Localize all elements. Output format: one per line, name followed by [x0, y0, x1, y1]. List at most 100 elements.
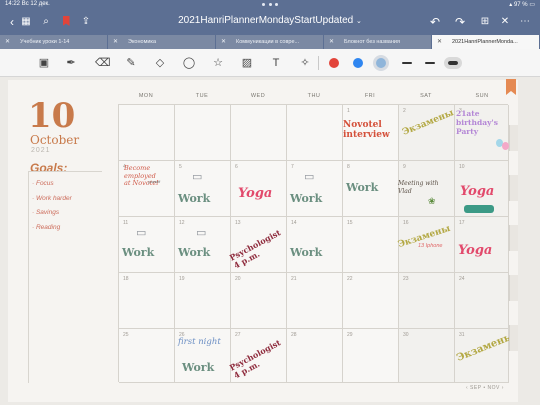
day-cell[interactable]: 5 — [175, 161, 231, 217]
close-document-icon[interactable]: ✕ — [496, 13, 514, 31]
sticker-work[interactable]: Work — [290, 246, 322, 259]
pen-tool-icon[interactable]: ✒ — [64, 56, 78, 70]
tab-close-icon[interactable]: ✕ — [113, 38, 118, 45]
day-number: 16 — [403, 220, 409, 226]
text-tool-icon[interactable]: T — [269, 56, 283, 70]
tab-close-icon[interactable]: ✕ — [329, 38, 334, 45]
day-number: 1 — [347, 108, 350, 114]
note-first-night[interactable]: first night — [178, 338, 224, 347]
day-cell[interactable] — [175, 105, 231, 161]
tab-close-icon[interactable]: ✕ — [221, 38, 226, 45]
month-name: October — [30, 133, 80, 147]
day-cell[interactable]: 23 — [399, 273, 455, 329]
day-number: 28 — [291, 332, 297, 338]
undo-icon[interactable]: ↶ — [426, 13, 444, 31]
note-birthday[interactable]: 21ate birthday's Party — [456, 109, 502, 136]
day-cell[interactable]: 19 — [175, 273, 231, 329]
goals-box — [28, 171, 102, 383]
day-number: 15 — [347, 220, 353, 226]
sticker-yoga[interactable]: Yoga — [238, 186, 272, 201]
tab-close-icon[interactable]: ✕ — [437, 38, 442, 45]
thickness-medium[interactable] — [425, 62, 435, 64]
day-number: 20 — [235, 276, 241, 282]
day-number: 9 — [403, 164, 406, 170]
side-tab[interactable] — [509, 325, 518, 351]
lasso-tool-icon[interactable]: ◯ — [182, 56, 196, 70]
sticker-yoga[interactable]: Yoga — [458, 243, 492, 258]
day-cell[interactable]: 11 — [119, 217, 175, 273]
multitask-dots[interactable] — [262, 3, 278, 6]
day-cell[interactable]: 28 — [287, 329, 343, 383]
day-cell[interactable]: 30 — [399, 329, 455, 383]
more-options-icon[interactable]: ⋯ — [516, 13, 534, 31]
add-page-icon[interactable]: ⊞ — [476, 13, 494, 31]
day-number: 22 — [347, 276, 353, 282]
toolbar-divider — [318, 56, 319, 70]
tab-bloknot[interactable]: ✕ Блокнот без названия — [324, 35, 432, 49]
day-cell[interactable]: 24 — [455, 273, 509, 329]
day-cell[interactable]: 15 — [343, 217, 399, 273]
weekday-header: TUE — [195, 93, 209, 99]
day-cell[interactable]: 22 — [343, 273, 399, 329]
note-novotel-interview[interactable]: Novotel interview — [343, 120, 393, 140]
sticker-work[interactable]: Work — [346, 181, 378, 194]
sticker-work[interactable]: Work — [122, 246, 154, 259]
day-cell[interactable] — [231, 105, 287, 161]
day-cell[interactable]: 14 — [287, 217, 343, 273]
thickness-thin[interactable] — [402, 62, 412, 64]
day-number: 19 — [179, 276, 185, 282]
eraser-tool-icon[interactable]: ⌫ — [95, 56, 111, 70]
yoga-mat-icon — [464, 205, 494, 213]
image-tool-icon[interactable]: ▨ — [240, 56, 254, 70]
side-tab[interactable] — [509, 125, 518, 151]
drawing-toolbar: ▣ ✒ ⌫ ✎ ◇ ◯ ☆ ▨ T ✧ — [0, 49, 540, 77]
tab-ekonomika[interactable]: ✕ Экономика — [108, 35, 216, 49]
day-cell[interactable] — [287, 105, 343, 161]
weekday-header: WED — [250, 93, 266, 99]
sticker-work[interactable]: Work — [182, 361, 214, 374]
tab-bar: ✕ Учебник уроки 1-14 ✕ Экономика ✕ Коммуник… — [0, 35, 540, 49]
tab-planner[interactable]: ✕ 2021HanriPlannerMonda... — [432, 35, 540, 49]
weekday-header: SAT — [420, 93, 432, 99]
color-swatch-red[interactable] — [329, 58, 339, 68]
redo-icon[interactable]: ↷ — [451, 13, 469, 31]
color-swatch-lightblue[interactable] — [376, 58, 386, 68]
side-tab[interactable] — [509, 225, 518, 251]
sticker-yoga[interactable]: Yoga — [460, 184, 494, 199]
day-number: 12 — [179, 220, 185, 226]
side-tab[interactable] — [509, 175, 518, 201]
day-cell[interactable]: 25 — [119, 329, 175, 383]
month-navigation[interactable]: ‹ SEP • NOV › — [466, 385, 504, 391]
weekday-header: MON — [138, 93, 154, 99]
tab-uchebnik[interactable]: ✕ Учебник уроки 1-14 — [0, 35, 108, 49]
day-number: 29 — [347, 332, 353, 338]
thickness-thick[interactable] — [444, 57, 462, 69]
day-number: 6 — [235, 164, 238, 170]
tab-kommunikacii[interactable]: ✕ Коммуникации в совре... — [216, 35, 324, 49]
day-cell[interactable]: 18 — [119, 273, 175, 329]
day-cell[interactable]: 7 — [287, 161, 343, 217]
laser-pointer-icon[interactable]: ✧ — [298, 56, 312, 70]
day-cell[interactable]: 29 — [343, 329, 399, 383]
day-number: 10 — [459, 164, 465, 170]
laptop-icon: ▭ — [192, 171, 203, 183]
shapes-tool-icon[interactable]: ◇ — [153, 56, 167, 70]
note-become-employed[interactable]: Become employed at Novotel — [124, 164, 164, 188]
sticker-work[interactable]: Work — [178, 246, 210, 259]
note-meeting[interactable]: Meeting with Vlad — [398, 180, 446, 196]
sticker-work[interactable]: Work — [178, 192, 210, 205]
weekday-header: THU — [307, 93, 321, 99]
day-number: 2 — [403, 108, 406, 114]
day-cell[interactable] — [119, 105, 175, 161]
day-cell[interactable]: 20 — [231, 273, 287, 329]
highlighter-tool-icon[interactable]: ✎ — [124, 56, 138, 70]
goal-item: · Work harder — [32, 195, 72, 202]
day-cell[interactable]: 21 — [287, 273, 343, 329]
read-mode-icon[interactable]: ▣ — [37, 56, 51, 70]
side-tab[interactable] — [509, 275, 518, 301]
sticker-work[interactable]: Work — [290, 192, 322, 205]
sticker-tool-icon[interactable]: ☆ — [211, 56, 225, 70]
day-number: 8 — [347, 164, 350, 170]
color-swatch-blue[interactable] — [353, 58, 363, 68]
tab-close-icon[interactable]: ✕ — [5, 38, 10, 45]
